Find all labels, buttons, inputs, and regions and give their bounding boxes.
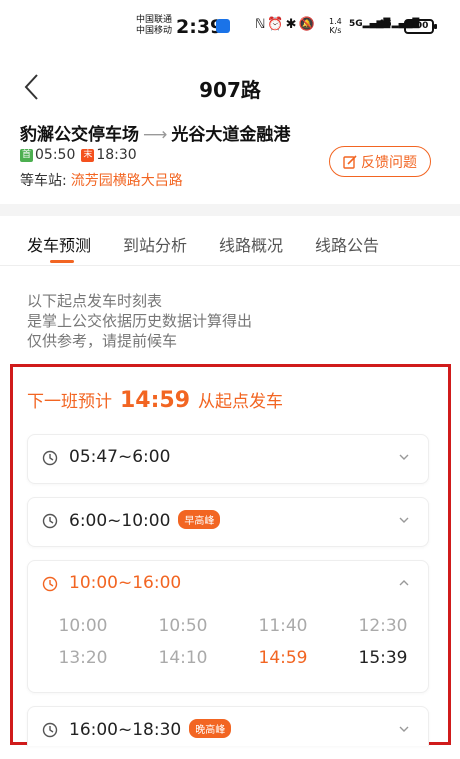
tab-line-overview[interactable]: 线路概况 [219, 232, 283, 256]
tab-bar: 发车预测 到站分析 线路概况 线路公告 [0, 216, 460, 266]
period-range-text: 16:00~18:30 [69, 720, 182, 740]
battery-indicator: 100 [404, 19, 437, 34]
departure-time: 14:10 [158, 648, 208, 668]
departure-time: 15:39 [358, 648, 408, 668]
feedback-label: 反馈问题 [361, 154, 417, 171]
waiting-station[interactable]: 流芳园横路大吕路 [71, 173, 183, 189]
next-departure: 下一班预计 14:59 从起点发车 [27, 387, 283, 413]
route-endpoints: 豹澥公交停车场 ⟶ 光谷大道金融港 [20, 120, 290, 145]
route-to: 光谷大道金融港 [171, 125, 291, 145]
net-speed-value: 1.4 [329, 17, 342, 26]
departure-time-next: 14:59 [258, 648, 308, 668]
schedule-note: 以下起点发车时刻表 是掌上公交依据历史数据计算得出 仅供参考，请提前候车 [27, 291, 252, 351]
net-speed-unit: K/s [329, 26, 342, 35]
route-arrow-icon: ⟶ [143, 125, 168, 145]
note-line-2: 是掌上公交依据历史数据计算得出 [27, 312, 253, 330]
active-tab-indicator [50, 260, 74, 263]
route-from: 豹澥公交停车场 [20, 125, 139, 145]
waiting-station-row: 等车站: 流芳园横路大吕路 [20, 170, 183, 190]
status-bar: 中国联通 中国移动 2:39 ℕ⏰✱🔕 1.4 K/s 5G▂▄▆█ 4G▂▄▆… [0, 0, 460, 50]
net-speed: 1.4 K/s [329, 17, 342, 35]
tab-line-notice[interactable]: 线路公告 [315, 232, 379, 256]
signal-4g-label: 4G [378, 19, 392, 29]
period-card-early[interactable]: 05:47~6:00 [27, 434, 429, 484]
period-range: 05:47~6:00 [69, 447, 170, 467]
clock-icon [42, 722, 58, 738]
period-range-text: 05:47~6:00 [69, 447, 171, 467]
chevron-down-icon [399, 726, 409, 732]
period-card-midday[interactable]: 10:00~16:00 10:00 10:50 11:40 12:30 13:2… [27, 560, 429, 693]
last-bus-tag: 末 [81, 148, 95, 162]
peak-badge: 早高峰 [178, 510, 221, 529]
period-range: 6:00~10:00 早高峰 [69, 510, 221, 531]
bluetooth-icon: ✱ [285, 17, 299, 32]
edit-icon [343, 154, 357, 169]
note-line-1: 以下起点发车时刻表 [27, 292, 163, 310]
section-divider [0, 204, 460, 216]
peak-badge: 晚高峰 [189, 719, 232, 738]
period-range-text: 10:00~16:00 [69, 573, 182, 593]
period-range: 16:00~18:30 晚高峰 [69, 719, 232, 740]
waiting-label: 等车站: [20, 173, 67, 189]
next-departure-time: 14:59 [120, 388, 191, 413]
departure-time: 12:30 [358, 616, 408, 636]
app-notification-icon [216, 19, 230, 33]
clock-icon [42, 450, 58, 466]
alarm-icon: ⏰ [267, 17, 286, 32]
departure-forecast-panel: 下一班预计 14:59 从起点发车 05:47~6:00 6:00~10:00 早… [10, 364, 451, 746]
feedback-button[interactable]: 反馈问题 [329, 146, 431, 177]
service-hours: 首 05:50 末 18:30 [20, 147, 137, 163]
first-bus-time: 05:50 [35, 147, 76, 163]
first-bus-tag: 首 [20, 148, 33, 162]
departure-time: 13:20 [58, 648, 108, 668]
tab-departure-forecast[interactable]: 发车预测 [27, 232, 91, 256]
clock-icon [42, 513, 58, 529]
carrier-1: 中国联通 [136, 15, 173, 25]
last-bus-time: 18:30 [96, 147, 137, 163]
tab-arrival-analysis[interactable]: 到站分析 [123, 232, 187, 256]
mute-icon: 🔕 [298, 17, 317, 32]
next-suffix: 从起点发车 [198, 392, 284, 412]
period-card-evening-peak[interactable]: 16:00~18:30 晚高峰 [27, 706, 429, 746]
status-icons: ℕ⏰✱🔕 [255, 17, 317, 32]
carrier-2: 中国移动 [136, 26, 173, 36]
nfc-icon: ℕ [255, 17, 268, 32]
departure-time: 10:50 [158, 616, 208, 636]
clock-icon [42, 576, 58, 592]
departure-time: 11:40 [258, 616, 308, 636]
period-range-text: 6:00~10:00 [69, 511, 171, 531]
period-range: 10:00~16:00 [69, 573, 181, 593]
departure-time: 10:00 [58, 616, 108, 636]
period-card-morning-peak[interactable]: 6:00~10:00 早高峰 [27, 497, 429, 547]
page-title: 907路 [199, 78, 261, 102]
next-prefix: 下一班预计 [27, 392, 112, 412]
chevron-up-icon [399, 580, 409, 586]
note-line-3: 仅供参考，请提前候车 [27, 332, 178, 350]
chevron-down-icon [399, 454, 409, 460]
carrier-names: 中国联通 中国移动 [136, 15, 172, 37]
chevron-down-icon [399, 517, 409, 523]
signal-5g-label: 5G [349, 19, 363, 29]
